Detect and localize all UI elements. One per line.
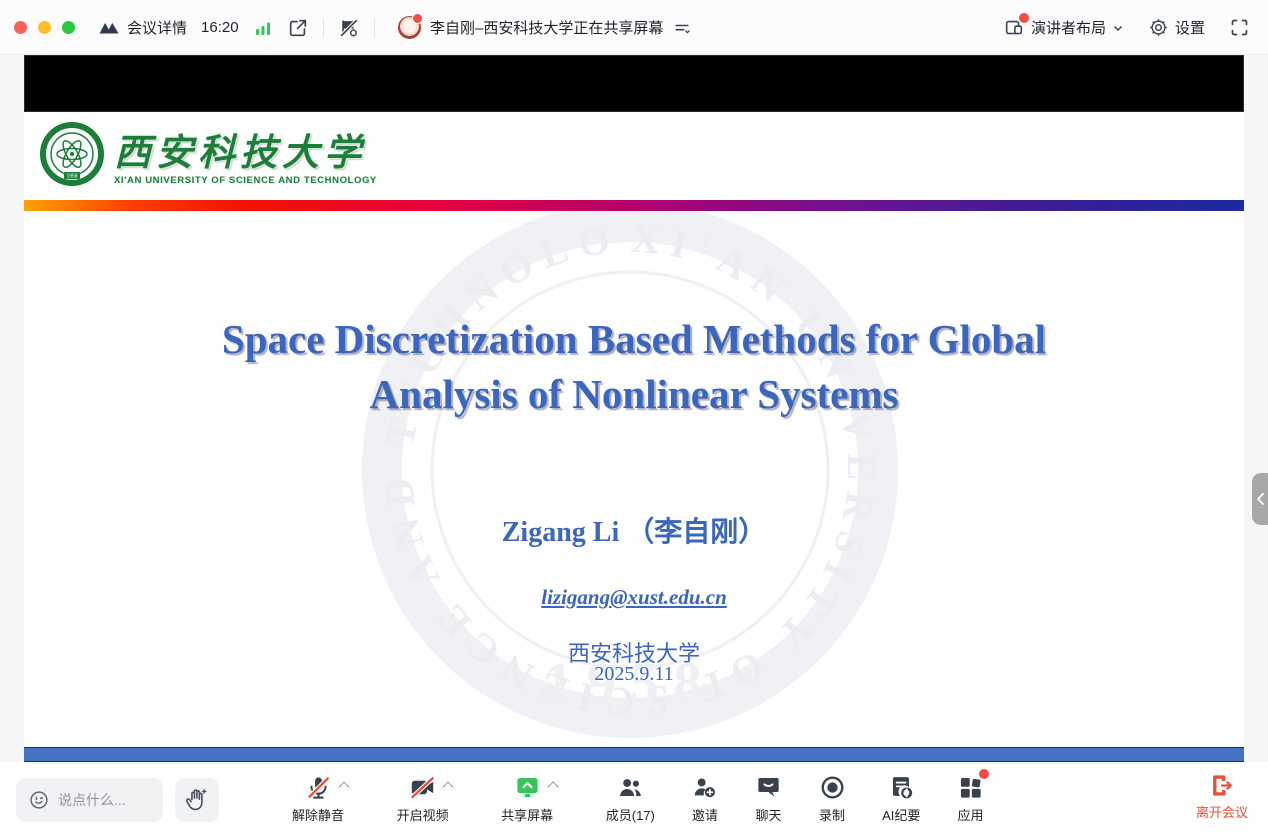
leave-meeting-label: 离开会议 (1196, 802, 1248, 821)
slide-author: Zigang Li （李自刚） (24, 510, 1244, 550)
chat-input[interactable]: 说点什么... (16, 778, 163, 822)
university-logo: 1958 西安科技大学 XI'AN UNIVERSITY OF SCIENCE … (40, 122, 377, 186)
open-external-icon[interactable] (287, 17, 309, 39)
emoji-icon (28, 789, 50, 811)
meeting-app-logo-icon (97, 16, 121, 40)
raise-hand-icon (184, 787, 210, 813)
ai-notes-button[interactable]: AI纪要 (882, 772, 920, 824)
chevron-up-icon[interactable] (338, 781, 349, 792)
record-button[interactable]: 录制 (819, 772, 846, 824)
unmute-button[interactable]: 解除静音 (292, 772, 360, 824)
camera-off-icon (409, 774, 436, 801)
divider (374, 18, 375, 38)
annotation-disabled-icon[interactable] (338, 17, 360, 39)
invite-button[interactable]: 邀请 (691, 772, 718, 824)
members-button[interactable]: 成员(17) (606, 772, 655, 824)
record-label: 录制 (819, 805, 845, 824)
leave-meeting-button[interactable]: 离开会议 (1196, 772, 1248, 821)
minimize-window-button[interactable] (38, 21, 51, 34)
screen-share-icon (514, 774, 541, 801)
shared-screen-letterbox (24, 55, 1244, 112)
ai-notes-icon (888, 774, 915, 801)
svg-text:1958: 1958 (66, 174, 77, 180)
settings-label: 设置 (1175, 17, 1205, 38)
chat-button[interactable]: 聊天 (755, 772, 782, 824)
meeting-time: 16:20 (201, 19, 239, 36)
leave-meeting-icon (1208, 772, 1235, 799)
fullscreen-icon[interactable] (1229, 17, 1250, 38)
chevron-down-icon (1112, 22, 1124, 34)
raise-hand-button[interactable] (175, 778, 219, 822)
university-name-cn: 西安科技大学 (114, 133, 377, 172)
apps-button[interactable]: 应用 (957, 772, 984, 824)
meeting-toolbar: 说点什么... 解除静音 (0, 762, 1268, 838)
slide-title: Space Discretization Based Methods for G… (24, 312, 1244, 422)
share-screen-label: 共享屏幕 (501, 805, 553, 824)
chat-placeholder: 说点什么... (58, 790, 126, 810)
toolbar-buttons: 解除静音 开启视频 (292, 772, 984, 824)
record-icon (819, 774, 846, 801)
zoom-window-button[interactable] (62, 21, 75, 34)
chevron-left-icon (1256, 493, 1265, 505)
slide-date: 2025.9.11 (24, 663, 1244, 686)
slide-email: lizigang@xust.edu.cn (24, 585, 1244, 610)
chat-icon (755, 774, 782, 801)
network-signal-icon (253, 18, 273, 38)
collapse-lines-icon[interactable] (672, 18, 692, 38)
mic-off-icon (305, 774, 332, 801)
apps-label: 应用 (957, 805, 983, 824)
meeting-details-label: 会议详情 (127, 17, 187, 38)
university-name-en: XI'AN UNIVERSITY OF SCIENCE AND TECHNOLO… (114, 175, 377, 186)
collapse-panel-handle[interactable] (1252, 473, 1268, 525)
invite-label: 邀请 (692, 805, 718, 824)
members-icon (617, 774, 644, 801)
presentation-slide: XI'AN UNIVERSITY OF SCIENCE AND TECHNOLO… (24, 112, 1244, 747)
start-video-label: 开启视频 (397, 805, 449, 824)
settings-button[interactable]: 设置 (1148, 17, 1205, 38)
gear-icon (1148, 17, 1169, 38)
slide-gradient-rule (24, 200, 1244, 211)
share-screen-button[interactable]: 共享屏幕 (501, 772, 569, 824)
layout-label: 演讲者布局 (1031, 17, 1106, 38)
presenter-avatar (398, 16, 421, 39)
layout-icon (1003, 17, 1025, 39)
chevron-up-icon[interactable] (547, 781, 558, 792)
chat-label: 聊天 (755, 805, 781, 824)
invite-icon (691, 774, 718, 801)
close-window-button[interactable] (14, 21, 27, 34)
meeting-details-button[interactable]: 会议详情 (97, 16, 187, 40)
unmute-label: 解除静音 (292, 805, 344, 824)
chevron-up-icon[interactable] (442, 781, 453, 792)
divider (323, 18, 324, 38)
window-controls (14, 0, 75, 55)
notification-badge (979, 769, 989, 779)
members-label: 成员(17) (606, 805, 655, 824)
slide-footer-bar (24, 747, 1244, 762)
start-video-button[interactable]: 开启视频 (397, 772, 465, 824)
titlebar: 会议详情 16:20 李自刚–西安科技大学正在共享屏幕 (0, 0, 1268, 55)
university-seal-icon: 1958 (40, 122, 104, 186)
shared-screen-stage: XI'AN UNIVERSITY OF SCIENCE AND TECHNOLO… (0, 55, 1268, 762)
sharing-status-text: 李自刚–西安科技大学正在共享屏幕 (430, 17, 663, 38)
layout-selector[interactable]: 演讲者布局 (1003, 17, 1124, 39)
ai-notes-label: AI纪要 (882, 805, 920, 824)
